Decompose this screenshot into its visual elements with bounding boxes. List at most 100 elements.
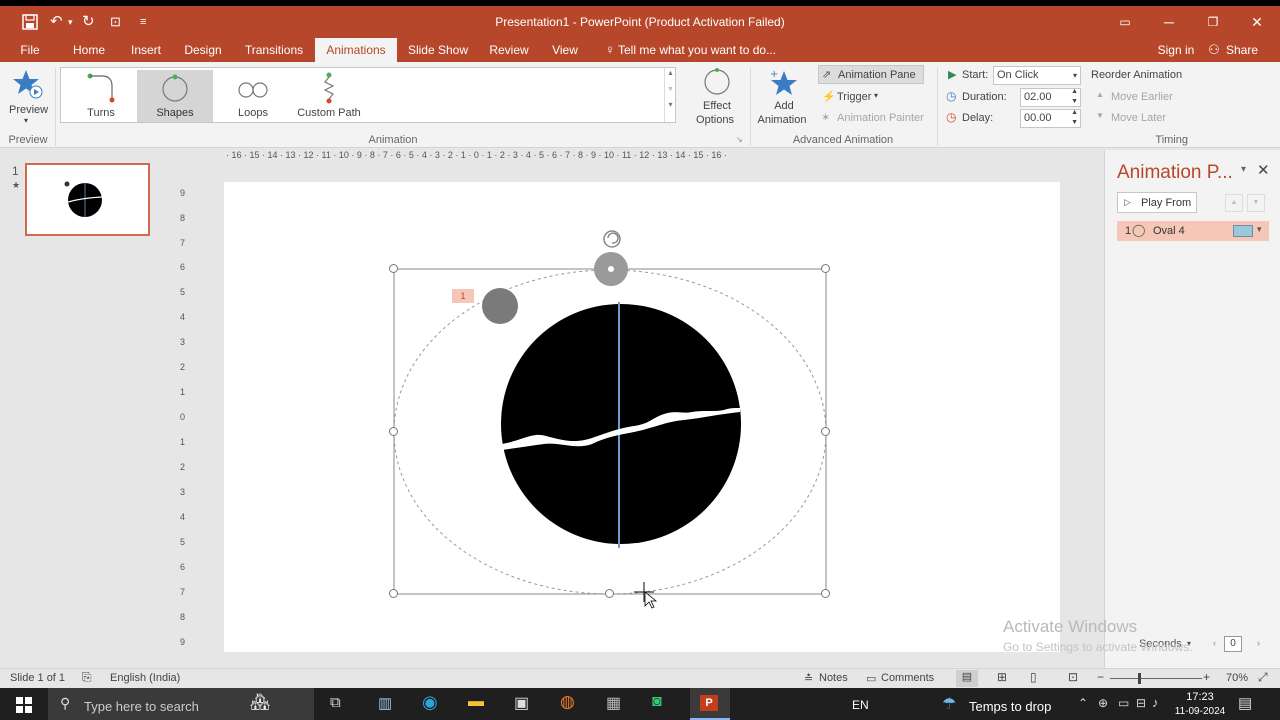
animation-painter-button[interactable]: ✶ Animation Painter	[818, 109, 932, 127]
tab-transitions[interactable]: Transitions	[238, 38, 310, 62]
play-from-button[interactable]: ▷ Play From	[1117, 192, 1197, 213]
undo-dropdown-icon[interactable]: ▾	[68, 6, 73, 38]
tab-insert[interactable]: Insert	[122, 38, 170, 62]
task-view-icon[interactable]: ⧉	[330, 694, 341, 711]
duration-spinner-icon[interactable]: ▲ ▼	[1071, 87, 1078, 107]
edge-icon[interactable]: ◉	[422, 692, 438, 713]
resize-handle-top-left[interactable]	[389, 264, 398, 273]
resize-handle-middle-right[interactable]	[821, 427, 830, 436]
input-language[interactable]: EN	[852, 698, 869, 712]
zoom-level[interactable]: 70%	[1226, 672, 1248, 684]
tab-home[interactable]: Home	[64, 38, 114, 62]
tray-app-icon[interactable]: ⊕	[1098, 696, 1108, 710]
delay-spinner-icon[interactable]: ▲ ▼	[1071, 108, 1078, 128]
maximize-button[interactable]: ❐	[1190, 6, 1236, 38]
tab-design[interactable]: Design	[178, 38, 228, 62]
clock-date[interactable]: 11-09-2024	[1166, 706, 1234, 717]
taskbar-search-box[interactable]: ⚲ Type here to search 🏘	[48, 688, 314, 720]
battery-icon[interactable]: ▭	[1118, 696, 1129, 710]
spellcheck-icon[interactable]: ⎘	[82, 670, 92, 685]
resize-handle-middle-left[interactable]	[389, 427, 398, 436]
tab-animations[interactable]: Animations	[315, 38, 397, 62]
store-icon[interactable]: ▣	[514, 693, 529, 713]
timeline-right-icon[interactable]: ›	[1257, 638, 1260, 648]
zoom-slider-thumb[interactable]	[1138, 673, 1141, 684]
fit-to-window-icon[interactable]: ⤢	[1258, 670, 1268, 685]
slide-thumbnail[interactable]	[25, 163, 150, 236]
save-icon[interactable]	[22, 6, 38, 38]
sign-in-link[interactable]: Sign in	[1150, 38, 1202, 62]
zoom-out-icon[interactable]: −	[1097, 670, 1104, 684]
gallery-scroll-up-icon[interactable]: ▲	[665, 70, 676, 77]
move-earlier-button[interactable]: ▲ Move Earlier	[1094, 88, 1184, 106]
timeline-left-icon[interactable]: ‹	[1213, 638, 1216, 648]
customize-qat-icon[interactable]: ≡	[140, 6, 146, 38]
play-triangle-icon: ▷	[1124, 197, 1131, 207]
animation-order-tag[interactable]: 1	[452, 289, 474, 303]
reading-view-icon[interactable]: ▯	[1030, 670, 1037, 684]
notifications-icon[interactable]: ▤	[1238, 694, 1252, 712]
move-later-button[interactable]: ▼ Move Later	[1094, 109, 1184, 127]
pane-move-down-icon[interactable]: ▼	[1247, 194, 1265, 212]
resize-handle-bottom-left[interactable]	[389, 589, 398, 598]
zoom-slider[interactable]	[1110, 678, 1202, 679]
slide-sorter-icon[interactable]: ⊞	[997, 670, 1007, 684]
firefox-icon[interactable]: ◍	[560, 692, 575, 712]
ribbon-display-options-icon[interactable]: ▭	[1102, 6, 1148, 38]
duration-input[interactable]: 02.00 ▲ ▼	[1020, 88, 1081, 107]
delay-input[interactable]: 00.00 ▲ ▼	[1020, 109, 1081, 128]
language-indicator[interactable]: English (India)	[110, 672, 180, 684]
slide-canvas[interactable]: 1	[224, 182, 1060, 652]
normal-view-icon[interactable]: ▤	[956, 670, 978, 687]
weather-text[interactable]: Temps to drop	[969, 699, 1051, 714]
resize-handle-bottom-middle[interactable]	[605, 589, 614, 598]
animation-pane-button[interactable]: ⇗ Animation Pane	[818, 65, 924, 84]
preview-button[interactable]: Preview ▾	[6, 66, 50, 128]
slideshow-view-icon[interactable]: ⊡	[1068, 670, 1078, 684]
pane-move-up-icon[interactable]: ▲	[1225, 194, 1243, 212]
undo-icon[interactable]: ↶	[50, 6, 63, 38]
animation-list-item[interactable]: 1 ◯ Oval 4 ▾	[1117, 221, 1269, 241]
start-select[interactable]: On Click ▾	[993, 66, 1081, 85]
animation-dialog-launcher-icon[interactable]: ↘	[736, 135, 743, 144]
gallery-more-icon[interactable]: ▾	[665, 100, 676, 109]
anim-loops[interactable]: Loops	[217, 70, 289, 122]
trigger-button[interactable]: ⚡ Trigger ▾	[818, 88, 898, 106]
redo-icon[interactable]: ↻	[82, 6, 95, 38]
volume-icon[interactable]: ♪	[1152, 695, 1159, 710]
clock-time[interactable]: 17:23	[1170, 691, 1230, 703]
tray-chevron-icon[interactable]: ⌃	[1078, 696, 1088, 710]
tell-me-search[interactable]: Tell me what you want to do...	[618, 38, 778, 62]
resize-handle-bottom-right[interactable]	[821, 589, 830, 598]
file-explorer-icon[interactable]: ▬	[468, 693, 484, 711]
pane-close-icon[interactable]: ✕	[1257, 161, 1270, 179]
start-button[interactable]	[0, 688, 48, 720]
tab-file[interactable]: File	[12, 38, 48, 62]
gallery-scroll-down-icon[interactable]: ▼	[665, 86, 676, 93]
notes-button[interactable]: Notes	[819, 672, 848, 684]
item-dropdown-icon[interactable]: ▾	[1257, 224, 1262, 235]
anim-custom-path[interactable]: Custom Path	[293, 70, 365, 122]
tab-slide-show[interactable]: Slide Show	[404, 38, 472, 62]
resize-handle-top-right[interactable]	[821, 264, 830, 273]
black-circle[interactable]	[501, 304, 741, 544]
taskbar-app-icon[interactable]: ▥	[378, 694, 392, 712]
tab-review[interactable]: Review	[484, 38, 534, 62]
close-button[interactable]: ✕	[1234, 6, 1280, 38]
anim-shapes[interactable]: Shapes	[137, 70, 213, 122]
network-icon[interactable]: ⊟	[1136, 696, 1146, 710]
add-animation-button[interactable]: + Add Animation	[752, 66, 816, 130]
calculator-icon[interactable]: ▦	[606, 693, 621, 713]
comments-button[interactable]: Comments	[881, 672, 934, 684]
powerpoint-taskbar-button[interactable]: P	[690, 688, 730, 720]
share-button[interactable]: Share	[1222, 38, 1262, 62]
anim-turns[interactable]: Turns	[65, 70, 137, 122]
tab-view[interactable]: View	[544, 38, 586, 62]
minimize-button[interactable]: ─	[1146, 6, 1192, 38]
rotate-handle-icon[interactable]	[603, 230, 621, 248]
start-from-beginning-icon[interactable]: ⊡	[110, 6, 121, 38]
pane-options-icon[interactable]: ▾	[1241, 164, 1246, 175]
whatsapp-icon[interactable]: ◙	[652, 693, 662, 711]
zoom-in-icon[interactable]: +	[1203, 670, 1210, 684]
effect-options-button[interactable]: Effect Options	[690, 66, 744, 130]
